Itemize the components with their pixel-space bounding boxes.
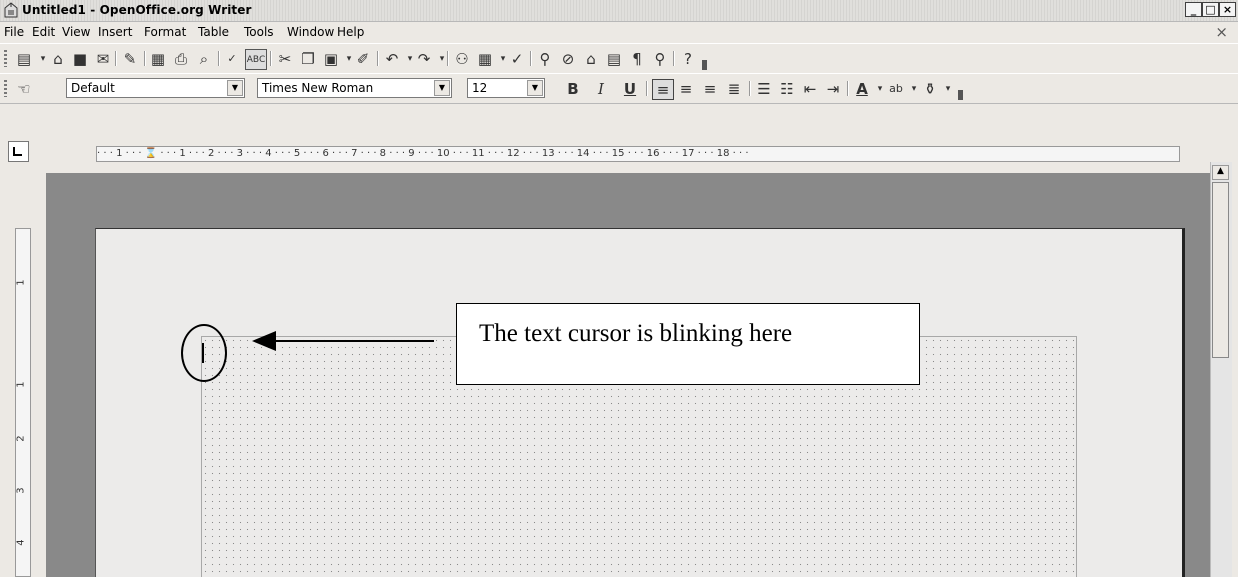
v-ruler-label: 3 bbox=[15, 487, 27, 494]
navigator-icon[interactable]: ⊘ bbox=[558, 49, 578, 68]
writer-window: Untitled1 - OpenOffice.org Writer _ □ × … bbox=[0, 0, 1238, 577]
new-document-icon[interactable]: ▤ bbox=[14, 49, 34, 68]
justify-icon[interactable]: ≣ bbox=[724, 79, 744, 98]
menu-format[interactable]: Format bbox=[144, 25, 186, 39]
numbering-icon[interactable]: ☰ bbox=[754, 79, 774, 98]
table-icon[interactable]: ▦ bbox=[475, 49, 495, 68]
autospellcheck-icon[interactable]: ABC bbox=[245, 49, 267, 70]
cut-icon[interactable]: ✂ bbox=[275, 49, 295, 68]
bold-button[interactable]: B bbox=[563, 79, 583, 98]
font-color-icon[interactable]: A bbox=[852, 79, 872, 98]
align-center-icon[interactable]: ≡ bbox=[676, 79, 696, 98]
toolbar-overflow-icon[interactable] bbox=[702, 60, 707, 70]
underline-button[interactable]: U bbox=[620, 79, 640, 98]
find-replace-icon[interactable]: ⚲ bbox=[535, 49, 555, 68]
cursor-highlight-circle bbox=[181, 324, 227, 382]
annotation-text: The text cursor is blinking here bbox=[479, 320, 793, 347]
edit-file-icon[interactable]: ✎ bbox=[120, 49, 140, 68]
menu-table[interactable]: Table bbox=[198, 25, 229, 39]
align-left-icon[interactable]: ≡ bbox=[652, 79, 674, 100]
styles-formatting-icon[interactable]: ☜ bbox=[14, 79, 34, 98]
decrease-indent-icon[interactable]: ⇤ bbox=[800, 79, 820, 98]
increase-indent-icon[interactable]: ⇥ bbox=[823, 79, 843, 98]
menu-edit[interactable]: Edit bbox=[32, 25, 55, 39]
data-sources-icon[interactable]: ▤ bbox=[604, 49, 624, 68]
export-pdf-icon[interactable]: ▦ bbox=[148, 49, 168, 68]
scroll-up-icon[interactable]: ▲ bbox=[1212, 165, 1229, 180]
print-icon[interactable]: ⎙ bbox=[171, 49, 191, 68]
hyperlink-icon[interactable]: ⚇ bbox=[452, 49, 472, 68]
close-button[interactable]: × bbox=[1219, 2, 1236, 17]
highlighting-icon[interactable]: ab bbox=[886, 79, 906, 98]
menu-window[interactable]: Window bbox=[287, 25, 334, 39]
email-icon[interactable]: ✉ bbox=[93, 49, 113, 68]
menu-help[interactable]: Help bbox=[337, 25, 364, 39]
bullets-icon[interactable]: ☷ bbox=[777, 79, 797, 98]
nonprinting-characters-icon[interactable]: ¶ bbox=[627, 49, 647, 68]
horizontal-ruler[interactable]: · · · 1 · · · ⌛ · · · 1 · · · 2 · · · 3 … bbox=[96, 146, 1180, 162]
text-cursor bbox=[202, 343, 204, 363]
openoffice-writer-icon bbox=[4, 2, 18, 18]
menu-bar: File Edit View Insert Format Table Tools… bbox=[0, 22, 1238, 42]
paragraph-style-value: Default bbox=[71, 81, 115, 95]
title-bar: Untitled1 - OpenOffice.org Writer _ □ × bbox=[0, 0, 1238, 22]
save-icon[interactable]: ■ bbox=[70, 49, 90, 68]
vertical-ruler[interactable]: 1 1 2 3 4 bbox=[15, 228, 31, 577]
v-ruler-label: 2 bbox=[15, 435, 27, 442]
menu-tools[interactable]: Tools bbox=[244, 25, 274, 39]
window-title: Untitled1 - OpenOffice.org Writer bbox=[22, 3, 252, 17]
align-right-icon[interactable]: ≡ bbox=[700, 79, 720, 98]
redo-dropdown-icon[interactable]: ▾ bbox=[432, 49, 452, 68]
format-paintbrush-icon[interactable]: ✐ bbox=[353, 49, 373, 68]
v-ruler-label: 1 bbox=[15, 381, 27, 388]
open-icon[interactable]: ⌂ bbox=[48, 49, 68, 68]
font-name-select[interactable]: Times New Roman ▼ bbox=[257, 78, 452, 98]
toolbar-grip[interactable] bbox=[4, 50, 7, 67]
annotation-arrow-line bbox=[268, 340, 434, 342]
annotation-callout: The text cursor is blinking here bbox=[456, 303, 920, 385]
background-color-dropdown-icon[interactable]: ▾ bbox=[938, 79, 958, 98]
redo-icon[interactable]: ↷ bbox=[414, 49, 434, 68]
close-document-icon[interactable]: × bbox=[1215, 23, 1228, 41]
font-size-value: 12 bbox=[472, 81, 488, 95]
page-preview-icon[interactable]: ⌕ bbox=[194, 49, 214, 68]
paragraph-style-select[interactable]: Default ▼ bbox=[66, 78, 245, 98]
show-draw-functions-icon[interactable]: ✓ bbox=[507, 49, 527, 68]
menu-file[interactable]: File bbox=[4, 25, 24, 39]
undo-icon[interactable]: ↶ bbox=[382, 49, 402, 68]
scroll-thumb[interactable] bbox=[1212, 182, 1229, 358]
menu-insert[interactable]: Insert bbox=[98, 25, 132, 39]
menu-view[interactable]: View bbox=[62, 25, 90, 39]
minimize-button[interactable]: _ bbox=[1185, 2, 1202, 17]
chevron-down-icon[interactable]: ▼ bbox=[227, 80, 243, 96]
spellcheck-icon[interactable]: ✓ bbox=[222, 49, 242, 68]
background-color-icon[interactable]: ⚱ bbox=[920, 79, 940, 98]
maximize-button[interactable]: □ bbox=[1202, 2, 1219, 17]
standard-toolbar: ▤ ▾ ⌂ ■ ✉ ✎ ▦ ⎙ ⌕ ✓ ABC ✂ ❐ ▣ ▾ ✐ ↶ ▾ ↷ … bbox=[0, 43, 1238, 73]
gallery-icon[interactable]: ⌂ bbox=[581, 49, 601, 68]
v-ruler-label: 1 bbox=[15, 279, 27, 286]
italic-button[interactable]: I bbox=[591, 79, 611, 98]
toolbar-overflow-icon[interactable] bbox=[958, 90, 963, 100]
help-icon[interactable]: ? bbox=[678, 49, 698, 68]
v-ruler-label: 4 bbox=[15, 539, 27, 546]
font-name-value: Times New Roman bbox=[262, 81, 374, 95]
formatting-toolbar: ☜ Default ▼ Times New Roman ▼ 12 ▼ B I U… bbox=[0, 73, 1238, 104]
tab-stop-selector-icon[interactable] bbox=[8, 141, 29, 162]
zoom-icon[interactable]: ⚲ bbox=[650, 49, 670, 68]
paste-icon[interactable]: ▣ bbox=[321, 49, 341, 68]
horizontal-ruler-labels: · · · 1 · · · ⌛ · · · 1 · · · 2 · · · 3 … bbox=[97, 148, 749, 159]
copy-icon[interactable]: ❐ bbox=[298, 49, 318, 68]
chevron-down-icon[interactable]: ▼ bbox=[434, 80, 450, 96]
font-size-select[interactable]: 12 ▼ bbox=[467, 78, 545, 98]
toolbar-grip[interactable] bbox=[4, 80, 7, 97]
chevron-down-icon[interactable]: ▼ bbox=[527, 80, 543, 96]
